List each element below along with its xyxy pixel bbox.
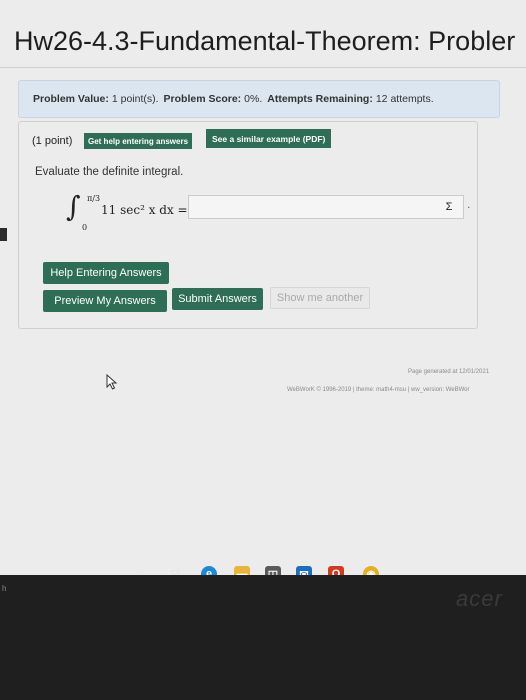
- attempts-remaining: 12 attempts.: [375, 93, 434, 105]
- integral-sign: ∫: [66, 190, 81, 223]
- problem-prompt: Evaluate the definite integral.: [35, 166, 184, 178]
- help-entering-answers-button[interactable]: Help Entering Answers: [43, 262, 169, 284]
- problem-points: (1 point): [32, 135, 73, 147]
- submit-answers-button[interactable]: Submit Answers: [172, 288, 263, 310]
- integral-expression: ∫ π/3 0 11 sec² x dx =: [66, 190, 188, 234]
- integral-upper-limit: π/3: [87, 194, 101, 203]
- help-entering-answers-link[interactable]: Get help entering answers: [84, 133, 193, 149]
- similar-example-link[interactable]: See a similar example (PDF): [206, 129, 332, 148]
- equation-editor-icon[interactable]: Σ: [441, 199, 457, 215]
- problem-value: 1 point(s).: [111, 93, 159, 105]
- side-panel-tab: [0, 228, 7, 241]
- mail-icon[interactable]: ✉: [296, 566, 312, 575]
- office-icon[interactable]: O: [328, 566, 344, 575]
- problem-value-label: Problem Value:: [33, 93, 109, 105]
- monitor-corner-text: h: [2, 584, 7, 593]
- integrand: 11 sec² x dx =: [101, 203, 188, 217]
- circle-icon[interactable]: ○: [133, 566, 149, 575]
- browser-viewport: Hw26-4.3-Fundamental-Theorem: Probler Pr…: [0, 0, 526, 575]
- attempts-label: Attempts Remaining:: [267, 93, 373, 105]
- mouse-cursor-icon: [106, 374, 118, 390]
- show-me-another-button[interactable]: Show me another: [270, 287, 370, 309]
- acer-logo: acer: [456, 586, 503, 611]
- edge-icon[interactable]: e: [201, 566, 217, 575]
- file-explorer-icon[interactable]: ▬: [234, 566, 250, 575]
- copyright-text: WeBWorK © 1996-2019 | theme: math4-msu |…: [287, 387, 470, 393]
- page-title: Hw26-4.3-Fundamental-Theorem: Probler: [14, 26, 516, 56]
- integral-lower-limit: 0: [82, 223, 88, 232]
- answer-feedback-mark: .: [467, 197, 471, 211]
- answer-input[interactable]: [188, 195, 464, 219]
- problem-score: 0%.: [244, 93, 263, 105]
- title-divider: [0, 67, 526, 68]
- store-icon[interactable]: ◫: [265, 566, 281, 575]
- page-generated-text: Page generated at 12/01/2021: [408, 369, 490, 375]
- chrome-icon[interactable]: ◉: [363, 566, 379, 575]
- task-view-icon[interactable]: ⊟: [167, 566, 183, 575]
- preview-answers-button[interactable]: Preview My Answers: [43, 290, 167, 312]
- problem-score-label: Problem Score:: [163, 93, 242, 105]
- score-bar: Problem Value: 1 point(s). Problem Score…: [18, 80, 500, 118]
